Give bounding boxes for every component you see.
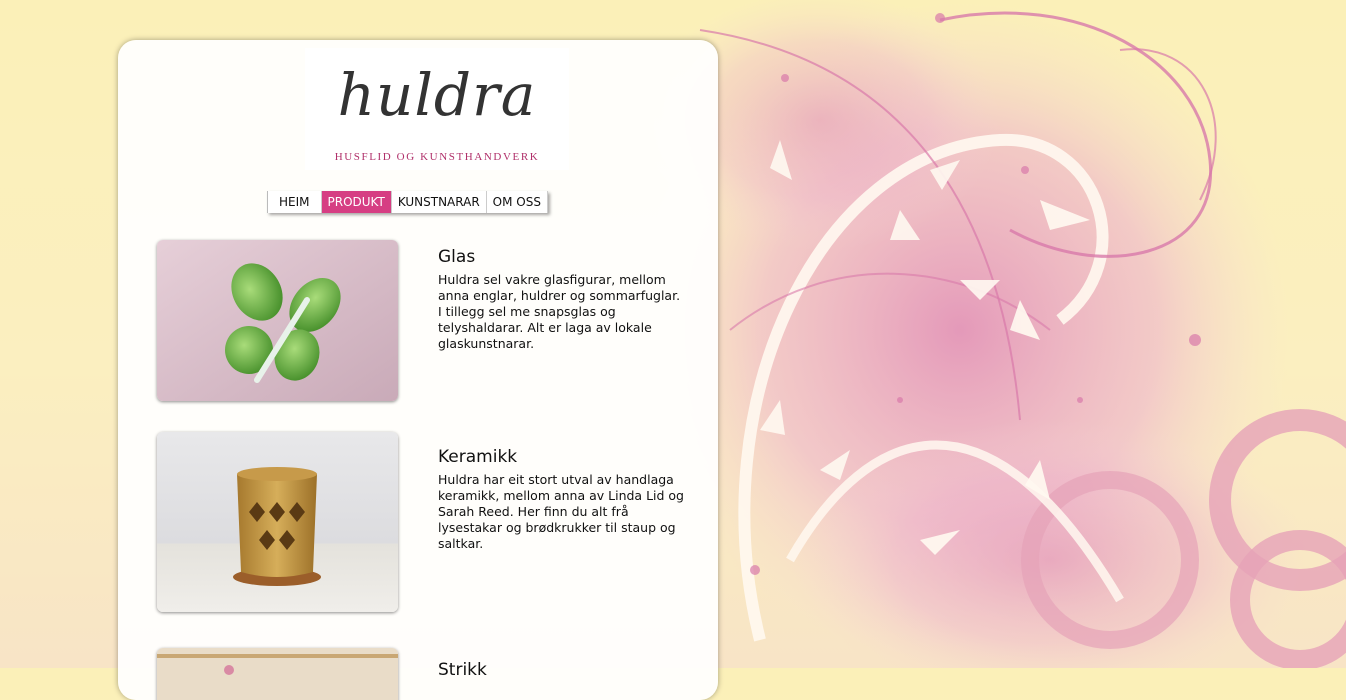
nav-item-produkt[interactable]: PRODUKT	[321, 191, 392, 213]
product-description-glas: Huldra sel vakre glasfigurar, mellom ann…	[438, 272, 681, 351]
nav-item-heim[interactable]: HEIM	[268, 191, 322, 213]
green-glass-butterfly-photo	[157, 240, 398, 401]
product-image-keramikk[interactable]	[157, 432, 398, 612]
product-title-strikk: Strikk	[438, 660, 487, 680]
logo-wordmark: huldra	[337, 61, 537, 129]
product-image-glas[interactable]	[157, 240, 398, 401]
logo-tagline: HUSFLID OG KUNSTHANDVERK	[334, 151, 540, 163]
nav-item-om-oss[interactable]: OM OSS	[487, 191, 548, 213]
product-title-glas: Glas	[438, 247, 476, 267]
product-title-keramikk: Keramikk	[438, 447, 518, 467]
main-navigation: HEIM PRODUKT KUNSTNARAR OM OSS	[267, 191, 548, 213]
ceramic-lantern-photo	[157, 432, 398, 612]
product-image-strikk[interactable]	[157, 648, 398, 700]
knitwear-photo	[157, 648, 398, 700]
nav-item-kunstnarar[interactable]: KUNSTNARAR	[392, 191, 487, 213]
huldra-logo[interactable]: huldra HUSFLID OG KUNSTHANDVERK	[305, 48, 569, 170]
content-panel: huldra HUSFLID OG KUNSTHANDVERK HEIM PRO…	[118, 40, 718, 700]
product-description-keramikk: Huldra har eit stort utval av handlaga k…	[438, 472, 684, 551]
